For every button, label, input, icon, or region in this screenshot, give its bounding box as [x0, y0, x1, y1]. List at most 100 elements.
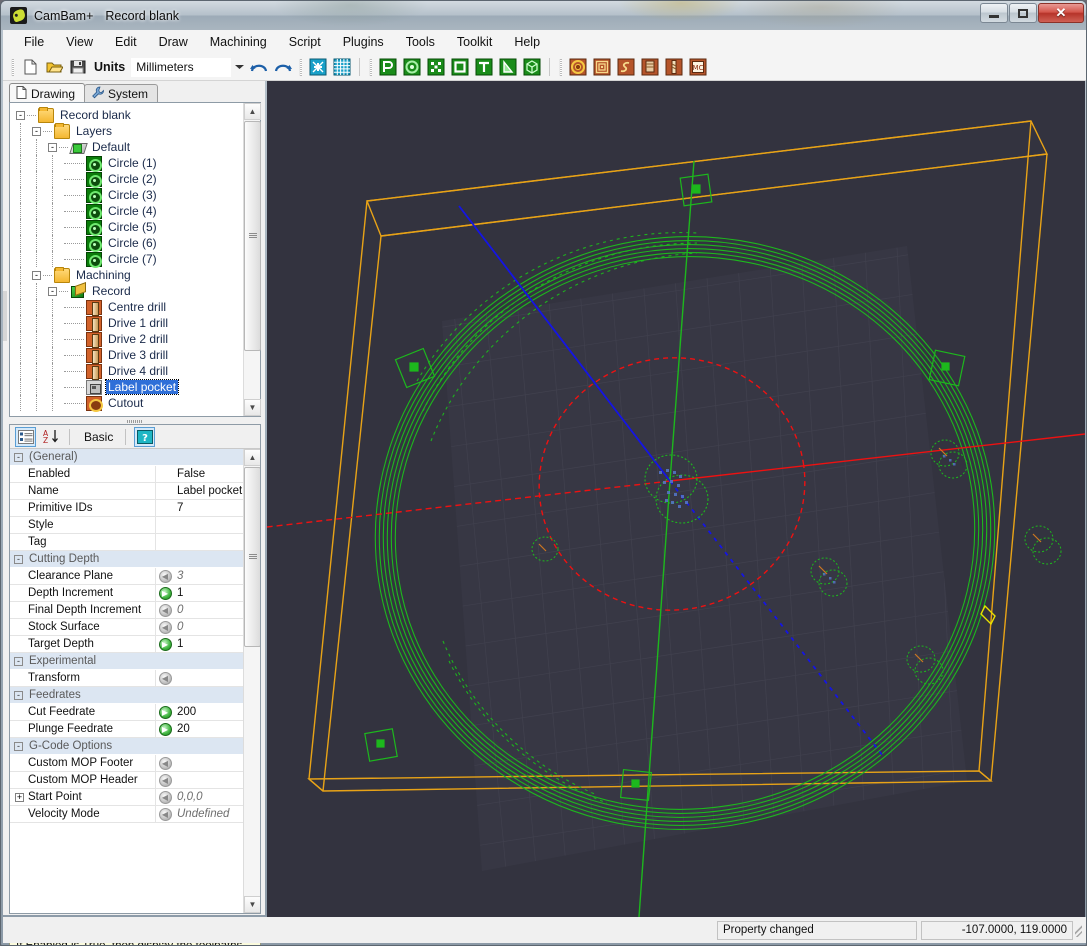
post-processor-icon[interactable]: MC: [687, 56, 709, 78]
scroll-up-icon[interactable]: ▲: [244, 103, 261, 120]
property-value[interactable]: [174, 755, 243, 771]
property-value[interactable]: [174, 517, 243, 533]
text-icon[interactable]: [473, 56, 495, 78]
menu-machining[interactable]: Machining: [199, 32, 278, 52]
property-value[interactable]: False: [174, 466, 243, 482]
menu-draw[interactable]: Draw: [148, 32, 199, 52]
tree-node-circle-5[interactable]: Circle (5): [10, 219, 244, 235]
tree-scroll-thumb[interactable]: [244, 121, 261, 351]
tree-node-circle-6[interactable]: Circle (6): [10, 235, 244, 251]
drill-mop-icon[interactable]: [639, 56, 661, 78]
surface-icon[interactable]: [497, 56, 519, 78]
tab-system[interactable]: System: [84, 84, 158, 103]
property-row[interactable]: Tag: [10, 534, 243, 551]
property-row[interactable]: Custom MOP Footer◀: [10, 755, 243, 772]
tree-scrollbar[interactable]: ▲ ▼: [243, 103, 260, 416]
tree-expander-icon[interactable]: -: [48, 287, 57, 296]
property-value[interactable]: [174, 534, 243, 550]
property-category[interactable]: -G-Code Options: [10, 738, 243, 755]
property-row[interactable]: +Start Point◀0,0,0: [10, 789, 243, 806]
property-row[interactable]: Cut Feedrate▶200: [10, 704, 243, 721]
property-scroll-up-icon[interactable]: ▲: [244, 449, 260, 466]
property-row[interactable]: Plunge Feedrate▶20: [10, 721, 243, 738]
property-value[interactable]: 7: [174, 500, 243, 516]
drawing-tree[interactable]: -Record blank-Layers-DefaultCircle (1)Ci…: [9, 102, 261, 417]
property-value[interactable]: 1: [174, 585, 243, 601]
tree-node-drive-1-drill[interactable]: Drive 1 drill: [10, 315, 244, 331]
tree-node-circle-1[interactable]: Circle (1): [10, 155, 244, 171]
tree-node-machining[interactable]: -Machining: [10, 267, 244, 283]
scroll-down-icon[interactable]: ▼: [244, 399, 261, 416]
property-value[interactable]: [174, 772, 243, 788]
polyline-icon[interactable]: [377, 56, 399, 78]
property-value[interactable]: 200: [174, 704, 243, 720]
toolbar-grip-4[interactable]: [559, 59, 562, 76]
resize-grip-icon[interactable]: [1075, 923, 1082, 937]
property-scroll-thumb[interactable]: [244, 467, 260, 647]
open-folder-icon[interactable]: [43, 56, 65, 78]
toolbar-grip-2[interactable]: [299, 59, 302, 76]
menu-view[interactable]: View: [55, 32, 104, 52]
tree-expander-icon[interactable]: -: [32, 271, 41, 280]
maximize-button[interactable]: [1009, 3, 1037, 23]
inherited-value-icon[interactable]: ◀: [159, 808, 172, 821]
minimize-button[interactable]: [980, 3, 1008, 23]
property-category[interactable]: -Experimental: [10, 653, 243, 670]
property-scrollbar[interactable]: ▲ ▼: [243, 449, 260, 913]
menu-file[interactable]: File: [13, 32, 55, 52]
pocket-mop-icon[interactable]: [591, 56, 613, 78]
show-grid-icon[interactable]: [331, 56, 353, 78]
property-row[interactable]: Clearance Plane◀3: [10, 568, 243, 585]
inherited-value-icon[interactable]: ◀: [159, 757, 172, 770]
save-disk-icon[interactable]: [67, 56, 89, 78]
menu-tools[interactable]: Tools: [395, 32, 446, 52]
tree-node-drive-3-drill[interactable]: Drive 3 drill: [10, 347, 244, 363]
property-row[interactable]: NameLabel pocket: [10, 483, 243, 500]
property-row[interactable]: Style: [10, 517, 243, 534]
tree-node-centre-drill[interactable]: Centre drill: [10, 299, 244, 315]
menu-plugins[interactable]: Plugins: [332, 32, 395, 52]
property-category[interactable]: -(General): [10, 449, 243, 466]
toolbar-grip[interactable]: [11, 59, 14, 76]
inherited-value-icon[interactable]: ◀: [159, 774, 172, 787]
alphabetical-sort-icon[interactable]: AZ: [40, 427, 61, 447]
property-row[interactable]: Velocity Mode◀Undefined: [10, 806, 243, 823]
tree-expander-icon[interactable]: -: [16, 111, 25, 120]
property-row[interactable]: Target Depth▶1: [10, 636, 243, 653]
property-row[interactable]: Custom MOP Header◀: [10, 772, 243, 789]
inherited-value-icon[interactable]: ◀: [159, 672, 172, 685]
category-collapse-icon[interactable]: -: [14, 742, 23, 751]
property-scroll-down-icon[interactable]: ▼: [244, 896, 260, 913]
property-row[interactable]: Depth Increment▶1: [10, 585, 243, 602]
tree-node-cutout[interactable]: Cutout: [10, 395, 244, 411]
engrave-mop-icon[interactable]: [615, 56, 637, 78]
tree-node-drive-4-drill[interactable]: Drive 4 drill: [10, 363, 244, 379]
menu-help[interactable]: Help: [503, 32, 551, 52]
category-collapse-icon[interactable]: -: [14, 657, 23, 666]
property-category[interactable]: -Cutting Depth: [10, 551, 243, 568]
categorized-view-icon[interactable]: [15, 427, 36, 447]
left-dock-grip[interactable]: [3, 291, 7, 341]
inherited-value-icon[interactable]: ◀: [159, 621, 172, 634]
tree-node-circle-4[interactable]: Circle (4): [10, 203, 244, 219]
inherited-value-icon[interactable]: ◀: [159, 604, 172, 617]
property-value[interactable]: 3: [174, 568, 243, 584]
inherited-value-icon[interactable]: ◀: [159, 570, 172, 583]
property-category[interactable]: -Feedrates: [10, 687, 243, 704]
tree-node-record-blank[interactable]: -Record blank: [10, 107, 244, 123]
tree-node-drive-2-drill[interactable]: Drive 2 drill: [10, 331, 244, 347]
property-value[interactable]: 1: [174, 636, 243, 652]
3d-viewport[interactable]: [267, 81, 1085, 917]
redo-icon[interactable]: [272, 56, 294, 78]
property-expand-icon[interactable]: +: [15, 793, 24, 802]
tree-node-label-pocket[interactable]: Label pocket: [10, 379, 244, 395]
tab-drawing[interactable]: Drawing: [9, 83, 85, 103]
category-collapse-icon[interactable]: -: [14, 453, 23, 462]
property-row[interactable]: Final Depth Increment◀0: [10, 602, 243, 619]
property-value[interactable]: Label pocket: [174, 483, 243, 499]
chevron-down-icon[interactable]: [232, 58, 247, 77]
snap-grid-icon[interactable]: [307, 56, 329, 78]
property-value[interactable]: [174, 670, 243, 686]
tree-node-circle-2[interactable]: Circle (2): [10, 171, 244, 187]
property-row[interactable]: EnabledFalse: [10, 466, 243, 483]
